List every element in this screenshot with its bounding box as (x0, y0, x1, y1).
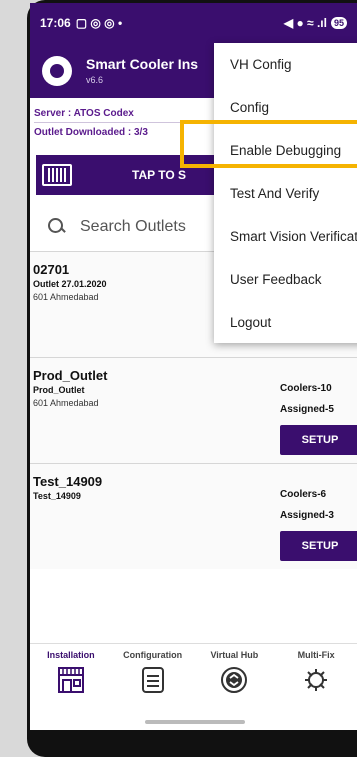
outlet-address: 601 Ahmedabad (33, 292, 99, 302)
setup-button[interactable]: SETUP (280, 531, 357, 561)
barcode-icon (42, 164, 72, 186)
search-icon (48, 218, 66, 236)
tap-to-scan-label: TAP TO S (132, 168, 187, 182)
nav-installation-label: Installation (47, 650, 95, 660)
nav-installation[interactable]: Installation (30, 644, 112, 730)
notification-icon: ▢ ◎ ◎ • (75, 16, 123, 30)
overflow-menu: VH Config Config Enable Debugging Test A… (214, 43, 357, 343)
coolers-count: Coolers-6 (280, 489, 327, 500)
outlet-row[interactable]: Test_14909 Test_14909 Coolers-6 Assigned… (30, 463, 357, 569)
phone-frame: 17:06 ▢ ◎ ◎ • ◀ ● ≈ .ıl 95 Smart Cooler … (27, 0, 357, 757)
app-version: v6.6 (86, 75, 104, 85)
outlet-code: Prod_Outlet (33, 368, 108, 383)
nav-configuration-label: Configuration (123, 650, 183, 660)
outlet-row[interactable]: Prod_Outlet Prod_Outlet 601 Ahmedabad Co… (30, 357, 357, 463)
outlet-code: Test_14909 (33, 474, 103, 489)
store-icon (57, 667, 84, 693)
nav-multi-fix[interactable]: Multi-Fix (275, 644, 357, 730)
coolers-count: Coolers-10 (280, 383, 332, 394)
outlet-address: 601 Ahmedabad (33, 398, 99, 408)
app-logo-icon (42, 55, 72, 86)
battery-icon: 95 (330, 17, 347, 29)
status-bar: 17:06 ▢ ◎ ◎ • ◀ ● ≈ .ıl 95 (30, 3, 357, 43)
outlet-code: 02701 (33, 262, 70, 277)
app-title: Smart Cooler Ins (86, 56, 199, 72)
nav-configuration[interactable]: Configuration (112, 644, 194, 730)
bottom-navigation: Installation Configuration Virtual Hub M… (30, 643, 357, 730)
signal-icon: ◀ ● ≈ .ıl (283, 16, 327, 30)
nav-virtual-hub[interactable]: Virtual Hub (194, 644, 276, 730)
search-placeholder: Search Outlets (80, 218, 186, 235)
menu-item-vh-config[interactable]: VH Config (214, 43, 357, 86)
outlet-name: Prod_Outlet (33, 385, 85, 395)
status-time: 17:06 (40, 16, 71, 30)
document-icon (141, 667, 164, 693)
nav-multi-fix-label: Multi-Fix (297, 650, 335, 660)
outlet-name: Test_14909 (33, 491, 81, 501)
gear-fix-icon (305, 669, 328, 691)
sync-icon (221, 667, 248, 693)
outlet-name: Outlet 27.01.2020 (33, 279, 107, 289)
home-indicator[interactable] (145, 720, 245, 724)
menu-item-test-and-verify[interactable]: Test And Verify (214, 172, 357, 215)
assigned-count: Assigned-5 (280, 404, 334, 415)
setup-button[interactable]: SETUP (280, 425, 357, 455)
assigned-count: Assigned-3 (280, 510, 334, 521)
menu-item-smart-vision-verification[interactable]: Smart Vision Verification (214, 215, 357, 258)
highlight-box (180, 120, 357, 168)
menu-item-user-feedback[interactable]: User Feedback (214, 258, 357, 301)
app-screen: 17:06 ▢ ◎ ◎ • ◀ ● ≈ .ıl 95 Smart Cooler … (30, 3, 357, 730)
nav-virtual-hub-label: Virtual Hub (210, 650, 259, 660)
menu-item-logout[interactable]: Logout (214, 301, 357, 344)
